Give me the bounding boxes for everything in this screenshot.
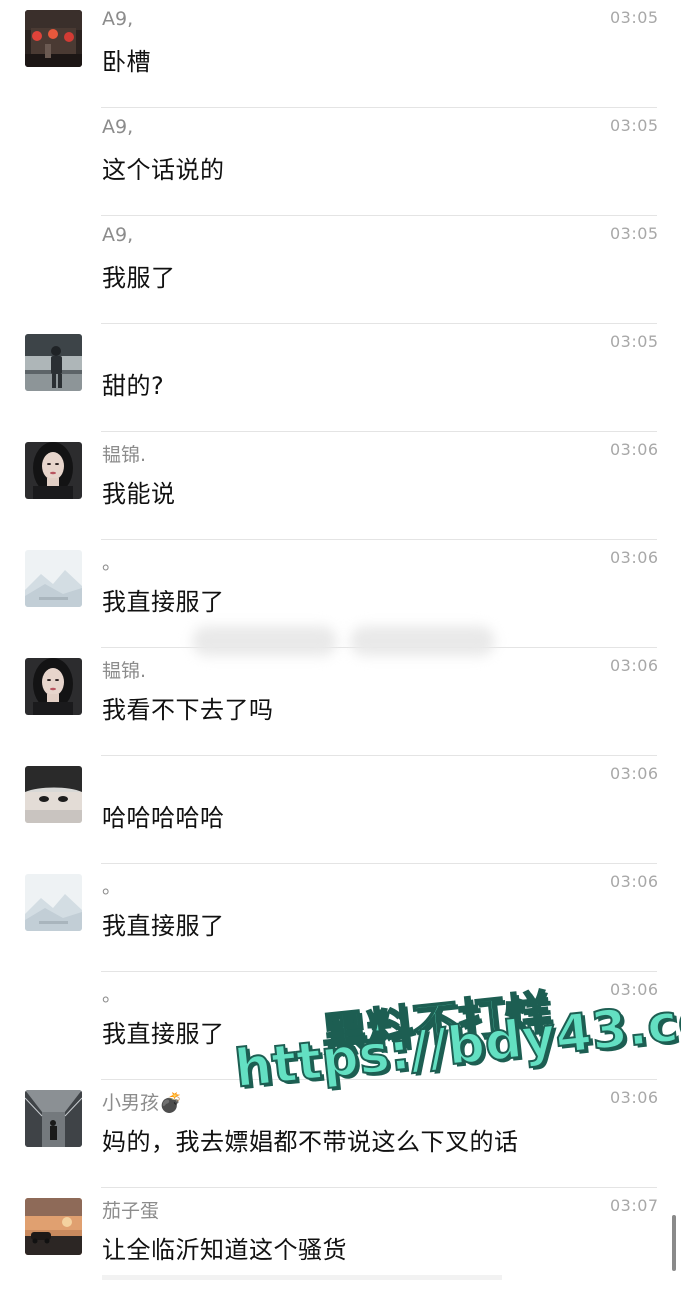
message-time: 03:05 (610, 116, 659, 135)
chat-message[interactable]: A9, 03:05 这个话说的 (0, 108, 681, 216)
message-time: 03:06 (610, 1088, 659, 1107)
sender-name: 。 (102, 552, 122, 574)
message-text[interactable]: 我看不下去了吗 (102, 690, 274, 725)
message-text[interactable]: 甜的? (102, 366, 164, 401)
chat-message[interactable]: 。 03:06 我直接服了 (0, 972, 681, 1080)
avatar-sunset-car[interactable] (25, 1198, 82, 1255)
scrollbar[interactable] (672, 1215, 676, 1271)
message-text[interactable]: 我直接服了 (102, 582, 225, 617)
message-text[interactable]: 我直接服了 (102, 906, 225, 941)
redacted-blur (192, 626, 337, 656)
sender-name: 韫锦. (102, 660, 147, 682)
message-text[interactable]: 我能说 (102, 474, 176, 509)
message-time: 03:05 (610, 8, 659, 27)
chat-message[interactable]: 。 03:06 我直接服了 (0, 864, 681, 972)
message-time: 03:06 (610, 548, 659, 567)
message-text[interactable]: 卧槽 (102, 42, 151, 77)
chat-message-list[interactable]: A9, 03:05 卧槽 A9, 03:05 这个话说的 A9, 03:05 我… (0, 0, 681, 1280)
message-time: 03:06 (610, 872, 659, 891)
avatar-foggy-mountain[interactable] (25, 550, 82, 607)
sender-name: A9, (102, 224, 134, 246)
sender-name: A9, (102, 116, 134, 138)
chat-message[interactable]: 小男孩💣 03:06 妈的，我去嫖娼都不带说这么下叉的话 (0, 1080, 681, 1188)
avatar-woman-portrait[interactable] (25, 658, 82, 715)
sender-name: 。 (102, 984, 122, 1006)
avatar-boy-eyes[interactable] (25, 766, 82, 823)
message-time: 03:05 (610, 332, 659, 351)
message-time: 03:06 (610, 764, 659, 783)
sender-name: 韫锦. (102, 444, 147, 466)
chat-message[interactable]: A9, 03:05 卧槽 (0, 0, 681, 108)
message-text[interactable]: 这个话说的 (102, 150, 225, 185)
sender-name: 茄子蛋 (102, 1200, 160, 1222)
chat-message[interactable]: 03:05 甜的? (0, 324, 681, 432)
chat-message[interactable]: A9, 03:05 我服了 (0, 216, 681, 324)
message-time: 03:07 (610, 1196, 659, 1215)
message-text[interactable]: 妈的，我去嫖娼都不带说这么下叉的话 (102, 1122, 519, 1157)
avatar-lantern-street[interactable] (25, 10, 82, 67)
avatar-bridge-figure[interactable] (25, 1090, 82, 1147)
message-time: 03:06 (610, 656, 659, 675)
chat-message[interactable]: 03:06 哈哈哈哈哈 (0, 756, 681, 864)
avatar-foggy-mountain[interactable] (25, 874, 82, 931)
message-text[interactable]: 哈哈哈哈哈 (102, 798, 225, 833)
chat-message[interactable]: 韫锦. 03:06 我看不下去了吗 (0, 648, 681, 756)
message-text[interactable]: 我直接服了 (102, 1014, 225, 1049)
message-text[interactable]: 让全临沂知道这个骚货 (102, 1230, 347, 1265)
chat-message[interactable]: 韫锦. 03:06 我能说 (0, 432, 681, 540)
bottom-fade (102, 1275, 502, 1280)
avatar-man-standing[interactable] (25, 334, 82, 391)
message-time: 03:06 (610, 980, 659, 999)
avatar-woman-portrait[interactable] (25, 442, 82, 499)
message-time: 03:05 (610, 224, 659, 243)
message-text[interactable]: 我服了 (102, 258, 176, 293)
sender-name: A9, (102, 8, 134, 30)
message-time: 03:06 (610, 440, 659, 459)
chat-message[interactable]: 。 03:06 我直接服了 (0, 540, 681, 648)
redacted-blur (350, 626, 495, 656)
sender-name: 小男孩💣 (102, 1092, 183, 1114)
sender-name: 。 (102, 876, 122, 898)
